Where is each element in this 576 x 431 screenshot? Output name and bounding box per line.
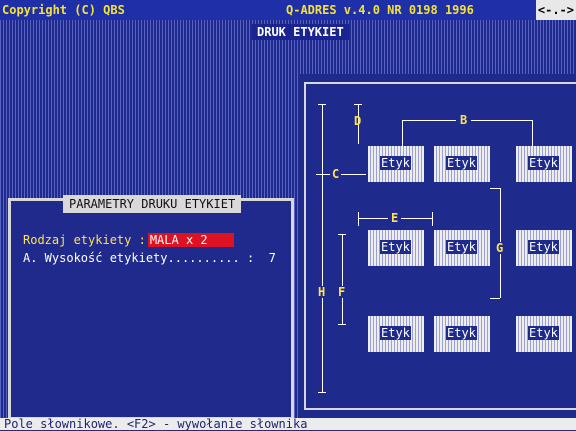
- label-height-label: A. Wysokość etykiety.......... :: [23, 251, 255, 265]
- label-box-text: Etyk: [528, 240, 559, 254]
- dimension-tick: [490, 188, 500, 189]
- label-type-label: Rodzaj etykiety :: [23, 233, 146, 247]
- dimension-tick: [318, 104, 326, 105]
- app-title: Q-ADRES v.4.0 NR 0198 1996: [286, 3, 474, 17]
- dimension-tick: [532, 120, 533, 146]
- label-box-text: Etyk: [528, 156, 559, 170]
- screen-title: DRUK ETYKIET: [252, 24, 349, 40]
- dimension-label-g: G: [495, 241, 505, 255]
- copyright-text: Copyright (C) QBS: [2, 3, 125, 17]
- dimension-label-d: D: [354, 114, 362, 128]
- label-box-text: Etyk: [446, 240, 477, 254]
- dimension-label-c: C: [330, 167, 342, 181]
- dimension-label-b: B: [456, 114, 472, 126]
- label-height-value[interactable]: 7: [269, 251, 276, 265]
- label-type-value[interactable]: MALA x 2: [147, 233, 234, 247]
- label-box-text: Etyk: [446, 156, 477, 170]
- nav-indicator[interactable]: <-.->: [535, 0, 576, 20]
- label-layout-diagram: Etyk Etyk Etyk Etyk Etyk Etyk Etyk Etyk …: [298, 74, 576, 418]
- status-bar: Pole słownikowe. <F2> - wywołanie słowni…: [0, 418, 576, 430]
- label-box-r1c1: Etyk: [368, 146, 424, 182]
- panel-title: PARAMETRY DRUKU ETYKIET: [63, 195, 242, 213]
- dimension-tick: [318, 392, 326, 393]
- label-box-r1c3: Etyk: [516, 146, 572, 182]
- dimension-tick: [358, 212, 359, 226]
- parameters-panel: PARAMETRY DRUKU ETYKIET Rodzaj etykiety …: [8, 195, 294, 420]
- dimension-tick: [338, 324, 346, 325]
- title-bar: Copyright (C) QBS Q-ADRES v.4.0 NR 0198 …: [0, 0, 576, 20]
- dimension-tick: [490, 298, 500, 299]
- dimension-tick: [432, 212, 433, 226]
- label-box-r3c1: Etyk: [368, 316, 424, 352]
- dimension-tick: [402, 120, 403, 146]
- label-box-text: Etyk: [380, 326, 411, 340]
- dimension-label-e: E: [388, 212, 402, 224]
- label-box-r2c2: Etyk: [434, 230, 490, 266]
- dimension-tick: [338, 234, 346, 235]
- label-box-text: Etyk: [446, 326, 477, 340]
- label-box-r3c3: Etyk: [516, 316, 572, 352]
- dimension-line-f: [342, 234, 343, 324]
- label-box-r2c3: Etyk: [516, 230, 572, 266]
- label-box-r3c2: Etyk: [434, 316, 490, 352]
- label-box-text: Etyk: [380, 156, 411, 170]
- label-box-r1c2: Etyk: [434, 146, 490, 182]
- label-box-text: Etyk: [380, 240, 411, 254]
- dimension-label-f: F: [337, 285, 347, 299]
- dimension-line-h: [322, 104, 323, 392]
- label-box-r2c1: Etyk: [368, 230, 424, 266]
- label-box-text: Etyk: [528, 326, 559, 340]
- dimension-tick: [354, 104, 362, 105]
- dimension-label-h: H: [317, 285, 327, 299]
- diagram-frame: Etyk Etyk Etyk Etyk Etyk Etyk Etyk Etyk …: [304, 82, 576, 410]
- label-type-row[interactable]: Rodzaj etykiety : MALA x 2: [23, 233, 234, 247]
- label-height-row[interactable]: A. Wysokość etykiety.......... : 7: [23, 251, 276, 265]
